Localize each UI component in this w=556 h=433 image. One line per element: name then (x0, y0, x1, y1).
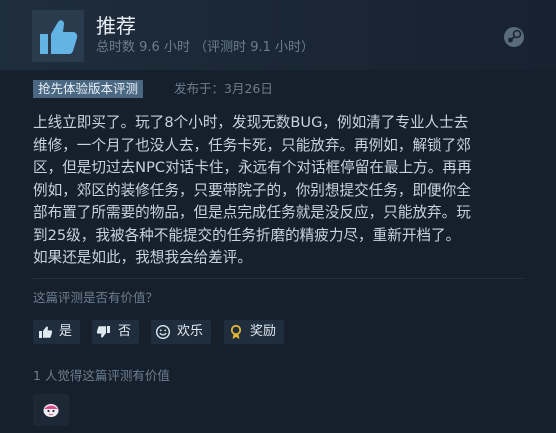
early-access-badge: 抢先体验版本评测 (33, 80, 144, 98)
review-line: 到25级，我被各种不能提交的任务折磨的精疲力尽，重新开档了。 (33, 226, 461, 244)
thumbs-up-icon (40, 20, 78, 54)
review-line: 部布置了所需要的物品，但是点完成任务就是没反应，只能放弃。玩 (33, 204, 471, 221)
playtime-hours: 总时数 9.6 小时 （评测时 9.1 小时） (96, 40, 315, 55)
recommendation-label: 推荐 (96, 14, 136, 38)
thumbs-down-icon (92, 324, 116, 340)
review-header: 推荐 总时数 9.6 小时 （评测时 9.1 小时） (0, 0, 556, 70)
review-line: 区，但是切过去NPC对话卡住，永远有个对话框停留在最上方。再再 (33, 159, 472, 176)
steam-logo-icon (503, 26, 525, 48)
helpful-question: 这篇评测是否有价值？ (33, 290, 159, 305)
recommended-thumb (32, 10, 84, 62)
funny-label: 欢乐 (177, 324, 204, 339)
award-label: 奖励 (250, 324, 277, 339)
posted-date: 发布于：3月26日 (174, 81, 273, 96)
helpful-no-label: 否 (118, 324, 132, 339)
smiley-icon (151, 324, 175, 340)
helpful-yes-button[interactable]: 是 (33, 320, 81, 344)
review-line: 维修，一个月了也没人去，任务卡死，只能放弃。再例如，解锁了郊 (33, 136, 471, 154)
review-line: 上线立即买了。玩了8个小时，发现无数BUG，例如清了专业人士去 (33, 114, 469, 131)
review-line: 例如，郊区的装修任务，只要带院子的，你别想提交任务，即便你全 (33, 181, 471, 199)
review-body: 上线立即买了。玩了8个小时，发现无数BUG，例如清了专业人士去 维修，一个月了也… (33, 112, 533, 270)
award-emoji-icon (43, 404, 59, 417)
review-line: 如果还是如此，我想我会给差评。 (33, 249, 252, 266)
award-button[interactable]: 奖励 (224, 320, 285, 344)
helpful-no-button[interactable]: 否 (92, 320, 140, 344)
received-award[interactable] (33, 394, 69, 426)
award-ribbon-icon (224, 324, 248, 340)
divider (33, 278, 523, 279)
helpful-yes-label: 是 (59, 324, 73, 339)
funny-button[interactable]: 欢乐 (151, 320, 212, 344)
thumbs-up-icon (33, 324, 57, 340)
helpful-count: 1 人觉得这篇评测有价值 (33, 368, 170, 383)
